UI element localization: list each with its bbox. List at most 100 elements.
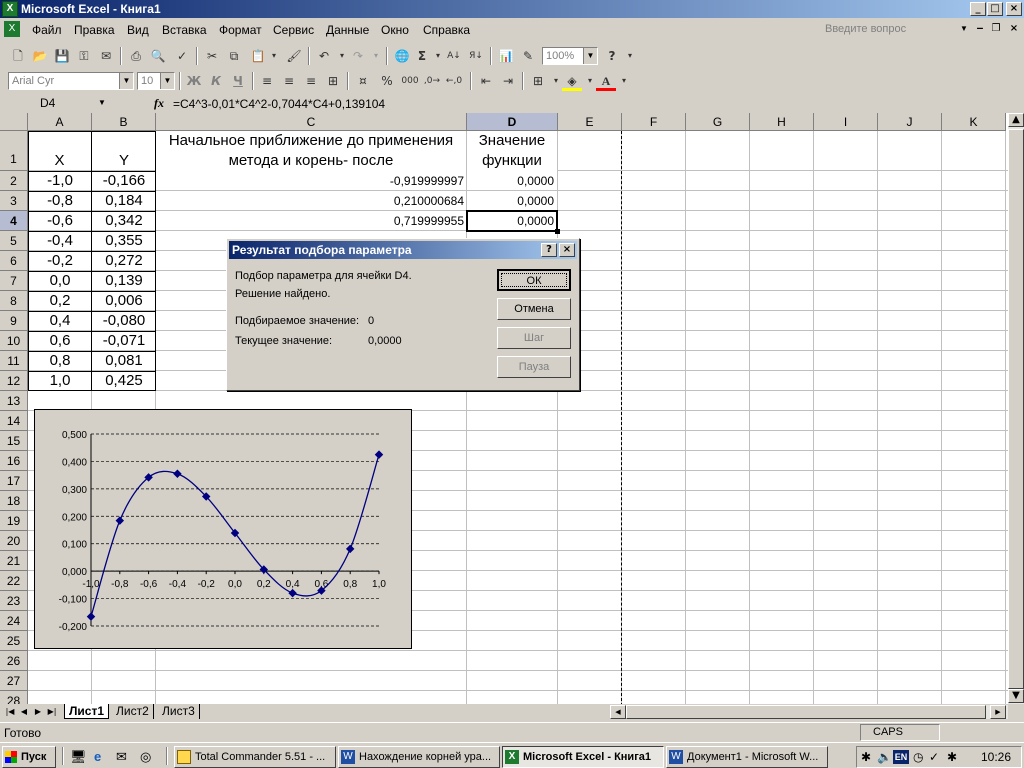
pause-button[interactable]: Пауза bbox=[497, 356, 571, 378]
selected-cell-D4[interactable] bbox=[466, 210, 558, 232]
column-header[interactable]: A bbox=[28, 113, 92, 131]
cancel-button[interactable]: Отмена bbox=[497, 298, 571, 320]
close-button[interactable]: × bbox=[1006, 2, 1022, 16]
cell-x[interactable]: -0,4 bbox=[29, 231, 91, 251]
thousands-button[interactable]: 000 bbox=[400, 71, 420, 91]
cell-x[interactable]: -0,6 bbox=[29, 211, 91, 231]
cell-root-c[interactable]: 0,210000684 bbox=[156, 191, 464, 211]
currency-icon[interactable]: ¤ bbox=[353, 71, 373, 91]
row-header[interactable]: 15 bbox=[0, 431, 28, 451]
email-icon[interactable]: ✉ bbox=[96, 46, 116, 66]
row-header[interactable]: 4 bbox=[0, 211, 28, 231]
decrease-decimal-icon[interactable]: ←,0 bbox=[444, 71, 464, 91]
open-icon[interactable]: 📂 bbox=[30, 46, 50, 66]
row-header[interactable]: 9 bbox=[0, 311, 28, 331]
row-header[interactable]: 3 bbox=[0, 191, 28, 211]
row-header[interactable]: 2 bbox=[0, 171, 28, 191]
cell-root-d[interactable]: 0,0000 bbox=[467, 171, 554, 191]
help-question-box[interactable]: Введите вопрос bbox=[825, 23, 906, 35]
increase-decimal-icon[interactable]: ,0→ bbox=[422, 71, 442, 91]
outlook-icon[interactable]: ✉ bbox=[116, 749, 132, 765]
row-header[interactable]: 19 bbox=[0, 511, 28, 531]
doc-minimize-button[interactable]: ‒ bbox=[972, 23, 988, 37]
column-header[interactable]: G bbox=[686, 113, 750, 131]
first-sheet-icon[interactable]: |◀ bbox=[4, 706, 16, 718]
row-header[interactable]: 23 bbox=[0, 591, 28, 611]
task-total-commander[interactable]: Total Commander 5.51 - ... bbox=[174, 746, 336, 768]
sheet-tab-3[interactable]: Лист3 bbox=[158, 704, 200, 719]
cell-C1-line1[interactable]: Начальное приближение до применения bbox=[156, 131, 466, 151]
row-header[interactable]: 21 bbox=[0, 551, 28, 571]
cell-y[interactable]: 0,355 bbox=[93, 231, 155, 251]
print-icon[interactable]: ⎙ bbox=[126, 46, 146, 66]
new-icon[interactable]: 🗋 bbox=[8, 46, 28, 66]
restore-button[interactable]: □ bbox=[987, 2, 1003, 16]
row-header[interactable]: 6 bbox=[0, 251, 28, 271]
media-icon[interactable]: ◎ bbox=[140, 749, 156, 765]
borders-icon[interactable]: ⊞ bbox=[528, 71, 548, 91]
sort-ascending-icon[interactable]: A↓ bbox=[444, 46, 464, 66]
chart[interactable]: 0,500 0,400 0,300 0,200 0,100 0,000 -0,100 -0,2… bbox=[34, 409, 412, 649]
hyperlink-icon[interactable]: 🌐 bbox=[392, 46, 412, 66]
insert-function-button[interactable]: fx bbox=[154, 96, 164, 111]
copy-icon[interactable]: ⧉ bbox=[224, 46, 244, 66]
start-button[interactable]: Пуск bbox=[2, 746, 56, 768]
scroll-down-button[interactable]: ▼ bbox=[1008, 689, 1024, 703]
antivirus-icon[interactable]: ✱ bbox=[861, 750, 871, 764]
dialog-help-button[interactable]: ? bbox=[541, 243, 557, 257]
column-header[interactable]: B bbox=[92, 113, 156, 131]
column-header[interactable]: J bbox=[878, 113, 942, 131]
permission-icon[interactable]: ⚿ bbox=[74, 46, 94, 66]
cell-B1[interactable]: Y bbox=[92, 151, 156, 171]
vertical-scrollbar[interactable]: ▲ ▼ bbox=[1008, 113, 1024, 704]
cell-y[interactable]: 0,272 bbox=[93, 251, 155, 271]
fill-color-icon[interactable]: ◈ bbox=[562, 71, 582, 91]
chart-wizard-icon[interactable]: 📊 bbox=[496, 46, 516, 66]
cell-x[interactable]: 0,6 bbox=[29, 331, 91, 351]
cell-y[interactable]: 0,342 bbox=[93, 211, 155, 231]
scroll-right-button[interactable]: ▶ bbox=[990, 705, 1006, 719]
zoom-select[interactable]: 100% ▼ bbox=[542, 47, 598, 65]
row-header[interactable]: 10 bbox=[0, 331, 28, 351]
row-header[interactable]: 25 bbox=[0, 631, 28, 651]
cell-y[interactable]: 0,081 bbox=[93, 351, 155, 371]
formula-input[interactable]: =C4^3-0,01*C4^2-0,7044*C4+0,139104 bbox=[173, 97, 385, 111]
ok-button[interactable]: ОК bbox=[497, 269, 571, 291]
cell-D1-line2[interactable]: функции bbox=[467, 151, 557, 171]
menu-tools[interactable]: Сервис bbox=[273, 23, 314, 37]
cell-A1[interactable]: X bbox=[28, 151, 91, 171]
cell-x[interactable]: -0,8 bbox=[29, 191, 91, 211]
cell-x[interactable]: 0,4 bbox=[29, 311, 91, 331]
row-header[interactable]: 13 bbox=[0, 391, 28, 411]
clock-icon[interactable]: ◷ bbox=[913, 750, 923, 764]
internet-explorer-icon[interactable]: e bbox=[94, 749, 110, 765]
cell-y[interactable]: 0,139 bbox=[93, 271, 155, 291]
column-header[interactable]: F bbox=[622, 113, 686, 131]
percent-button[interactable]: % bbox=[377, 71, 397, 91]
row-header[interactable]: 27 bbox=[0, 671, 28, 691]
cell-y[interactable]: -0,071 bbox=[93, 331, 155, 351]
menu-format[interactable]: Формат bbox=[219, 23, 262, 37]
help-dropdown-icon[interactable]: ▼ bbox=[960, 24, 968, 33]
excel-icon[interactable]: X bbox=[2, 1, 18, 17]
print-preview-icon[interactable]: 🔍 bbox=[148, 46, 168, 66]
menu-insert[interactable]: Вставка bbox=[162, 23, 207, 37]
cell-x[interactable]: 0,0 bbox=[29, 271, 91, 291]
task-excel[interactable]: X Microsoft Excel - Книга1 bbox=[502, 746, 664, 768]
row-header[interactable]: 16 bbox=[0, 451, 28, 471]
cell-root-d[interactable]: 0,0000 bbox=[467, 191, 554, 211]
drawing-icon[interactable]: ✎ bbox=[518, 46, 538, 66]
volume-icon[interactable]: 🔈 bbox=[877, 750, 892, 764]
menu-file[interactable]: Файл bbox=[32, 23, 62, 37]
merge-center-icon[interactable]: ⊞ bbox=[323, 71, 343, 91]
chevron-down-icon[interactable]: ▼ bbox=[583, 48, 597, 64]
row-header[interactable]: 5 bbox=[0, 231, 28, 251]
prev-sheet-icon[interactable]: ◀ bbox=[18, 706, 30, 718]
dialog-close-button[interactable]: × bbox=[559, 243, 575, 257]
fill-handle[interactable] bbox=[555, 229, 560, 234]
row-header[interactable]: 12 bbox=[0, 371, 28, 391]
cell-y[interactable]: -0,166 bbox=[93, 171, 155, 191]
row-header[interactable]: 17 bbox=[0, 471, 28, 491]
scroll-up-button[interactable]: ▲ bbox=[1008, 113, 1024, 127]
sort-descending-icon[interactable]: Я↓ bbox=[466, 46, 486, 66]
